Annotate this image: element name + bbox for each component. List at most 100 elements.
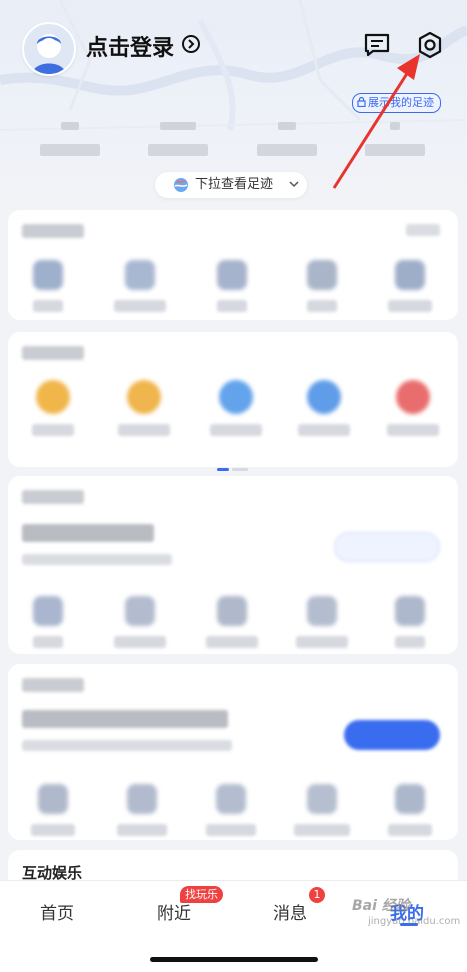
card-title-blurred <box>22 224 84 238</box>
item-icon-blurred <box>125 260 155 290</box>
lock-icon <box>357 96 366 108</box>
item-label-blurred <box>117 824 167 836</box>
item-icon-blurred <box>33 260 63 290</box>
item-label-blurred <box>33 300 63 312</box>
tab-messages[interactable]: 消息 <box>273 899 307 924</box>
grid-item[interactable] <box>373 380 453 436</box>
item-label-blurred <box>217 300 247 312</box>
card-blurred-services-1 <box>8 210 458 320</box>
stat-label-blurred <box>365 144 425 156</box>
nearby-promo-badge: 找玩乐 <box>180 886 223 903</box>
item-label-blurred <box>210 424 262 436</box>
grid-item[interactable] <box>13 784 93 836</box>
stat-item[interactable] <box>350 118 440 156</box>
grid-item[interactable] <box>8 260 88 312</box>
stat-value-blurred <box>278 122 296 130</box>
stats-row <box>0 118 467 168</box>
grid-item[interactable] <box>196 380 276 436</box>
messages-count-badge: 1 <box>309 887 325 903</box>
item-label-blurred <box>114 300 166 312</box>
promo-headline-blurred <box>22 710 228 728</box>
grid-item[interactable] <box>100 260 180 312</box>
profile-header: 点击登录 展示我的足迹 <box>0 0 467 113</box>
item-label-blurred <box>388 300 432 312</box>
promo-action-button-blurred[interactable] <box>334 532 440 562</box>
card-blurred-promo-1 <box>8 476 458 654</box>
stat-item[interactable] <box>242 118 332 156</box>
item-icon-blurred <box>127 380 161 414</box>
stat-label-blurred <box>40 144 100 156</box>
item-icon-blurred <box>36 380 70 414</box>
tab-home[interactable]: 首页 <box>40 899 74 924</box>
grid-item[interactable] <box>282 260 362 312</box>
grid-item[interactable] <box>284 380 364 436</box>
card-title-blurred <box>22 678 84 692</box>
grid-item[interactable] <box>13 380 93 436</box>
grid-item[interactable] <box>104 380 184 436</box>
footprint-badge-label: 展示我的足迹 <box>368 96 434 109</box>
item-icon-blurred <box>396 380 430 414</box>
home-indicator <box>150 957 318 962</box>
item-label-blurred <box>307 300 337 312</box>
grid-item[interactable] <box>102 784 182 836</box>
globe-icon <box>174 178 188 192</box>
item-icon-blurred <box>38 784 68 814</box>
item-icon-blurred <box>127 784 157 814</box>
grid-item[interactable] <box>282 784 362 836</box>
item-icon-blurred <box>33 596 63 626</box>
stat-label-blurred <box>148 144 208 156</box>
promo-subline-blurred <box>22 740 232 751</box>
message-icon[interactable] <box>363 32 391 58</box>
login-link[interactable]: 点击登录 <box>86 30 174 62</box>
promo-headline-blurred <box>22 524 154 542</box>
item-label-blurred <box>114 636 166 648</box>
show-footprint-badge[interactable]: 展示我的足迹 <box>352 93 441 113</box>
pull-down-footprint[interactable]: 下拉查看足迹 <box>155 172 307 198</box>
avatar-icon[interactable] <box>22 22 76 76</box>
card-more-blurred[interactable] <box>406 224 440 236</box>
item-label-blurred <box>296 636 348 648</box>
card-blurred-promo-2 <box>8 664 458 840</box>
promo-subline-blurred <box>22 554 172 565</box>
chevron-right-circle-icon[interactable] <box>182 35 200 53</box>
grid-item[interactable] <box>100 596 180 648</box>
item-label-blurred <box>206 824 256 836</box>
grid-item[interactable] <box>191 784 271 836</box>
grid-item[interactable] <box>370 596 450 648</box>
stat-item[interactable] <box>25 118 115 156</box>
item-label-blurred <box>298 424 350 436</box>
item-label-blurred <box>32 424 74 436</box>
grid-item[interactable] <box>370 784 450 836</box>
item-label-blurred <box>294 824 350 836</box>
grid-item[interactable] <box>192 260 272 312</box>
item-label-blurred <box>31 824 75 836</box>
item-label-blurred <box>206 636 258 648</box>
item-icon-blurred <box>307 380 341 414</box>
item-label-blurred <box>387 424 439 436</box>
stat-value-blurred <box>160 122 196 130</box>
item-icon-blurred <box>219 380 253 414</box>
item-label-blurred <box>395 636 425 648</box>
promo-action-button-blurred[interactable] <box>344 720 440 750</box>
stat-item[interactable] <box>133 118 223 156</box>
item-icon-blurred <box>307 784 337 814</box>
item-icon-blurred <box>217 596 247 626</box>
item-icon-blurred <box>217 260 247 290</box>
item-label-blurred <box>388 824 432 836</box>
card-title-blurred <box>22 346 84 360</box>
card-blurred-services-2 <box>8 332 458 467</box>
item-icon-blurred <box>125 596 155 626</box>
gear-icon[interactable] <box>415 30 445 60</box>
watermark-url: jingyan.baidu.com <box>368 916 461 927</box>
card-title-blurred <box>22 490 84 504</box>
grid-item[interactable] <box>8 596 88 648</box>
item-icon-blurred <box>395 784 425 814</box>
grid-item[interactable] <box>370 260 450 312</box>
item-icon-blurred <box>307 596 337 626</box>
item-icon-blurred <box>395 260 425 290</box>
grid-item[interactable] <box>282 596 362 648</box>
grid-item[interactable] <box>192 596 272 648</box>
indicator-inactive <box>232 468 248 471</box>
item-label-blurred <box>118 424 170 436</box>
pull-down-label: 下拉查看足迹 <box>195 177 274 192</box>
